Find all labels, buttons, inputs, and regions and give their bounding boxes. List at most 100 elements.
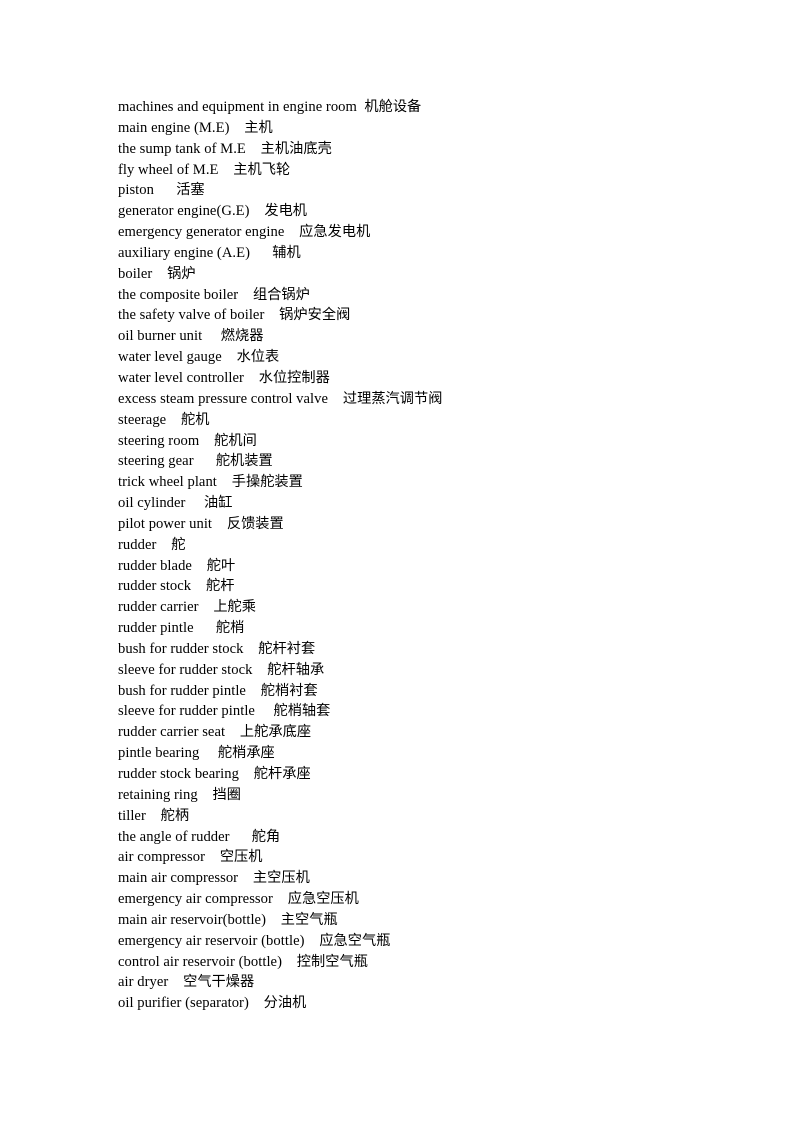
vocab-entry-separator bbox=[219, 162, 234, 178]
vocab-entry-english: emergency air compressor bbox=[118, 891, 273, 908]
vocab-entry-chinese: 手操舵装置 bbox=[231, 474, 303, 491]
vocab-entry-chinese: 舵机 bbox=[181, 411, 210, 428]
vocab-entry-chinese: 组合锅炉 bbox=[252, 286, 310, 303]
vocab-entry-separator bbox=[146, 808, 161, 824]
vocab-entry: rudder stock bearing 舵杆承座 bbox=[118, 764, 678, 785]
vocab-entry: water level controller 水位控制器 bbox=[118, 368, 678, 389]
vocab-entry-english: pintle bearing bbox=[118, 745, 200, 762]
vocab-entry-separator bbox=[166, 412, 181, 428]
vocab-entry: main engine (M.E) 主机 bbox=[118, 118, 678, 139]
vocab-entry: main air reservoir(bottle) 主空气瓶 bbox=[118, 910, 678, 931]
vocab-entry: control air reservoir (bottle) 控制空气瓶 bbox=[118, 952, 678, 973]
vocab-entry-separator bbox=[230, 829, 252, 845]
vocab-entry-chinese: 舵机装置 bbox=[215, 453, 273, 470]
vocab-entry-english: main air reservoir(bottle) bbox=[118, 911, 266, 928]
vocab-entry-separator bbox=[199, 599, 214, 615]
vocab-entry-chinese: 舵杆承座 bbox=[253, 766, 311, 782]
vocab-entry-separator bbox=[225, 724, 240, 740]
vocab-entry-english: rudder carrier seat bbox=[118, 724, 226, 741]
vocab-entry: generator engine(G.E) 发电机 bbox=[118, 201, 678, 222]
vocab-entry: auxiliary engine (A.E) 辅机 bbox=[118, 243, 678, 264]
vocab-entry: pilot power unit 反馈装置 bbox=[118, 514, 678, 535]
vocabulary-list: machines and equipment in engine room 机舱… bbox=[118, 97, 678, 1014]
vocab-entry-english: oil cylinder bbox=[118, 495, 186, 512]
vocab-entry-separator bbox=[328, 391, 343, 407]
vocab-entry: water level gauge 水位表 bbox=[118, 347, 678, 368]
vocab-entry-english: the composite boiler bbox=[118, 286, 239, 303]
vocab-entry: emergency air reservoir (bottle) 应急空气瓶 bbox=[118, 931, 678, 952]
vocab-entry: boiler 锅炉 bbox=[118, 264, 678, 285]
vocab-entry-separator bbox=[246, 141, 261, 157]
vocab-entry-separator bbox=[199, 433, 214, 449]
vocab-entry-separator bbox=[185, 495, 204, 511]
vocab-entry-chinese: 空压机 bbox=[219, 849, 263, 866]
vocab-entry-chinese: 油缸 bbox=[203, 495, 233, 512]
vocab-entry-english: rudder carrier bbox=[118, 599, 199, 616]
vocab-entry-english: boiler bbox=[118, 265, 153, 282]
vocab-entry: the composite boiler 组合锅炉 bbox=[118, 285, 678, 306]
vocab-entry-english: steerage bbox=[118, 411, 167, 428]
vocab-entry-english: excess steam pressure control valve bbox=[118, 390, 329, 407]
vocab-entry-separator bbox=[244, 370, 259, 386]
vocab-entry-english: control air reservoir (bottle) bbox=[118, 953, 282, 970]
vocab-entry-english: the angle of rudder bbox=[118, 828, 230, 845]
vocab-entry-chinese: 过理蒸汽调节阀 bbox=[342, 390, 443, 407]
vocab-entry-separator bbox=[212, 516, 227, 532]
vocab-entry: sleeve for rudder stock 舵杆轴承 bbox=[118, 660, 678, 681]
vocab-entry-separator bbox=[156, 537, 171, 553]
vocab-entry-chinese: 挡圈 bbox=[212, 786, 242, 803]
vocab-entry: steering room 舵机间 bbox=[118, 431, 678, 452]
vocab-entry-english: tiller bbox=[118, 807, 146, 824]
vocab-entry-english: air compressor bbox=[118, 849, 206, 866]
vocab-entry-chinese: 应急空压机 bbox=[287, 891, 359, 908]
vocab-entry-english: emergency air reservoir (bottle) bbox=[118, 932, 305, 949]
vocab-entry: tiller 舵柄 bbox=[118, 806, 678, 827]
vocab-entry-separator bbox=[282, 954, 297, 970]
vocab-entry-english: sleeve for rudder stock bbox=[118, 661, 253, 678]
vocab-entry-english: pilot power unit bbox=[118, 515, 213, 532]
vocab-entry-chinese: 活塞 bbox=[176, 182, 205, 199]
vocab-entry: rudder stock 舵杆 bbox=[118, 576, 678, 597]
vocab-entry-english: rudder blade bbox=[118, 557, 192, 574]
vocab-entry-chinese: 上舵承底座 bbox=[239, 724, 312, 741]
vocab-entry-separator bbox=[250, 245, 272, 261]
vocab-entry-separator bbox=[168, 974, 183, 990]
vocab-entry-chinese: 舵柄 bbox=[160, 807, 190, 824]
vocab-entry-separator bbox=[192, 558, 207, 574]
document-page: machines and equipment in engine room 机舱… bbox=[0, 0, 794, 1123]
vocab-entry-english: bush for rudder stock bbox=[118, 640, 244, 657]
vocab-entry-chinese: 主空气瓶 bbox=[280, 911, 338, 928]
vocab-entry: the angle of rudder 舵角 bbox=[118, 827, 678, 848]
vocab-entry-chinese: 舵叶 bbox=[206, 557, 236, 574]
vocab-entry-chinese: 水位表 bbox=[236, 349, 280, 366]
vocab-entry-separator bbox=[198, 787, 213, 803]
vocab-entry-separator bbox=[243, 641, 258, 657]
vocab-entry-chinese: 舵 bbox=[171, 536, 186, 553]
vocab-entry-english: rudder pintle bbox=[118, 620, 194, 637]
vocab-entry-chinese: 上舵乘 bbox=[213, 599, 257, 616]
vocab-entry: oil burner unit 燃烧器 bbox=[118, 326, 678, 347]
vocab-entry-chinese: 反馈装置 bbox=[226, 515, 284, 532]
vocab-entry: bush for rudder stock 舵杆衬套 bbox=[118, 639, 678, 660]
vocab-entry-chinese: 舵角 bbox=[251, 828, 281, 845]
vocab-entry: machines and equipment in engine room 机舱… bbox=[118, 97, 678, 118]
vocab-entry-chinese: 燃烧器 bbox=[220, 328, 264, 345]
vocab-entry-separator bbox=[249, 995, 264, 1011]
vocab-entry-english: trick wheel plant bbox=[118, 474, 217, 491]
vocab-entry-chinese: 机舱设备 bbox=[364, 99, 422, 115]
vocab-entry: retaining ring 挡圈 bbox=[118, 785, 678, 806]
vocab-entry: steerage 舵机 bbox=[118, 410, 678, 431]
vocab-entry: air dryer 空气干燥器 bbox=[118, 972, 678, 993]
vocab-entry-chinese: 舵杆 bbox=[205, 578, 235, 595]
vocab-entry: emergency air compressor 应急空压机 bbox=[118, 889, 678, 910]
vocab-entry-chinese: 主空压机 bbox=[252, 870, 310, 887]
vocab-entry: excess steam pressure control valve 过理蒸汽… bbox=[118, 389, 678, 410]
vocab-entry-separator bbox=[252, 662, 267, 678]
vocab-entry: rudder carrier seat 上舵承底座 bbox=[118, 722, 678, 743]
vocab-entry-chinese: 锅炉安全阀 bbox=[279, 307, 351, 324]
vocab-entry-separator bbox=[284, 224, 299, 240]
vocab-entry: air compressor 空压机 bbox=[118, 847, 678, 868]
vocab-entry-chinese: 舵梢轴套 bbox=[273, 703, 331, 720]
vocab-entry-chinese: 舵梢衬套 bbox=[260, 682, 318, 699]
vocab-entry-separator bbox=[152, 266, 167, 282]
